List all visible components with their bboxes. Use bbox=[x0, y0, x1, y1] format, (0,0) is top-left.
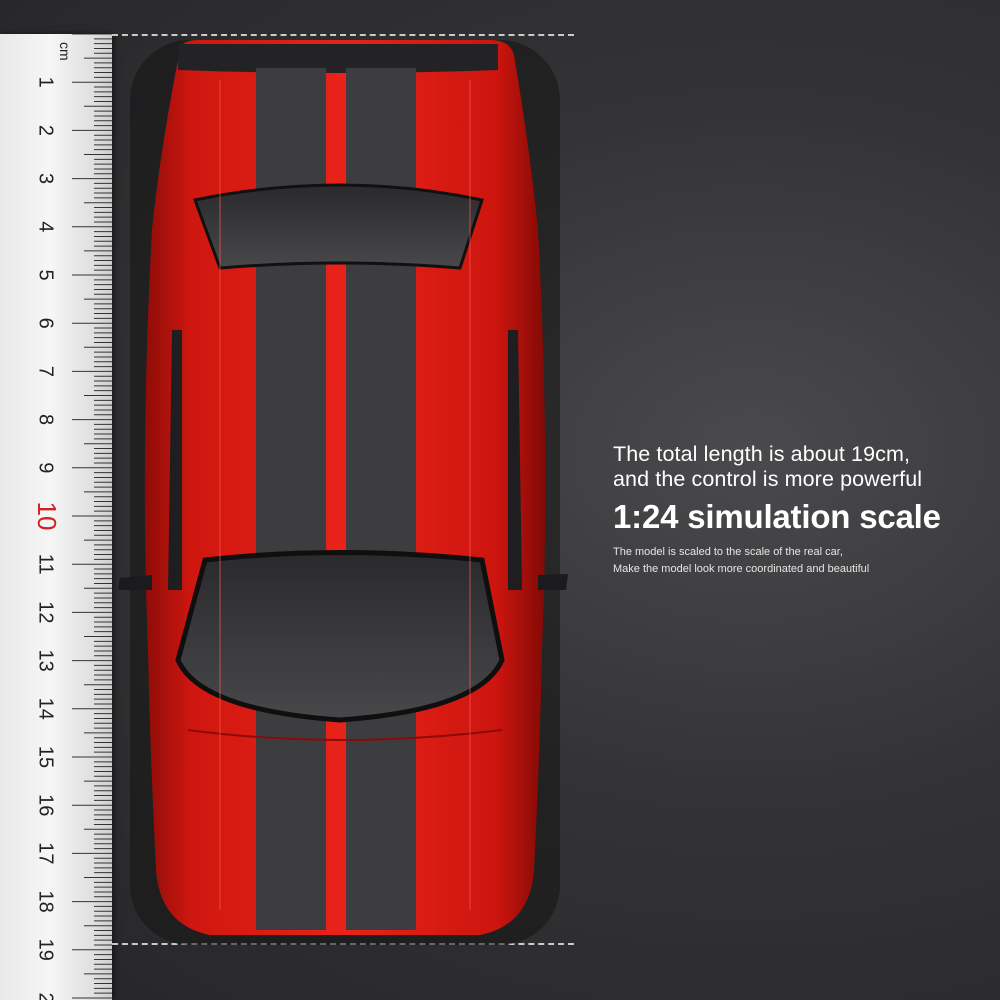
right-mirror bbox=[538, 574, 568, 590]
ruler-number: 2 bbox=[35, 992, 57, 1000]
rear-spoiler bbox=[178, 44, 498, 73]
ruler-number: 17 bbox=[35, 842, 57, 864]
ruler-number: 8 bbox=[35, 414, 57, 425]
red-car-top-view bbox=[118, 40, 568, 945]
ruler-number: 12 bbox=[35, 601, 57, 623]
ruler-number: 1 bbox=[35, 77, 57, 88]
car-body bbox=[144, 40, 546, 935]
ruler-number: 7 bbox=[35, 366, 57, 377]
ruler-number: 4 bbox=[35, 221, 57, 232]
left-mirror bbox=[118, 575, 152, 590]
scale-note-line2: Make the model look more coordinated and… bbox=[613, 563, 870, 575]
ruler-number: 15 bbox=[35, 746, 57, 768]
windshield bbox=[175, 550, 505, 723]
scale-note-line1: The model is scaled to the scale of the … bbox=[613, 546, 843, 558]
ruler-number: 11 bbox=[35, 554, 57, 575]
length-description: The total length is about 19cm, bbox=[613, 442, 911, 466]
rear-window bbox=[192, 183, 484, 270]
ruler-unit-label: cm bbox=[57, 42, 73, 61]
ruler-number: 3 bbox=[35, 173, 57, 184]
ruler-number: 6 bbox=[35, 318, 57, 329]
ruler-number: 2 bbox=[35, 125, 57, 136]
ruler-number: 19 bbox=[35, 939, 57, 961]
ruler-number: 5 bbox=[35, 269, 57, 280]
ruler-scale: cm 123456789101112131415161718192 bbox=[32, 34, 112, 1000]
measuring-ruler: cm 1 2 3 4 5 6 7 8 9 10 11 12 13 14 15 16 17 18 19 2 bbox=[0, 34, 112, 1000]
ruler-number: 13 bbox=[35, 649, 57, 671]
ruler-number: 10 bbox=[32, 502, 62, 531]
ruler-number: 14 bbox=[35, 698, 57, 720]
ruler-number: 18 bbox=[35, 890, 57, 912]
control-description: and the control is more powerful bbox=[613, 467, 923, 491]
ruler-number: 16 bbox=[35, 794, 57, 816]
ruler-number: 9 bbox=[35, 462, 57, 473]
scale-heading: 1:24 simulation scale bbox=[613, 498, 941, 535]
